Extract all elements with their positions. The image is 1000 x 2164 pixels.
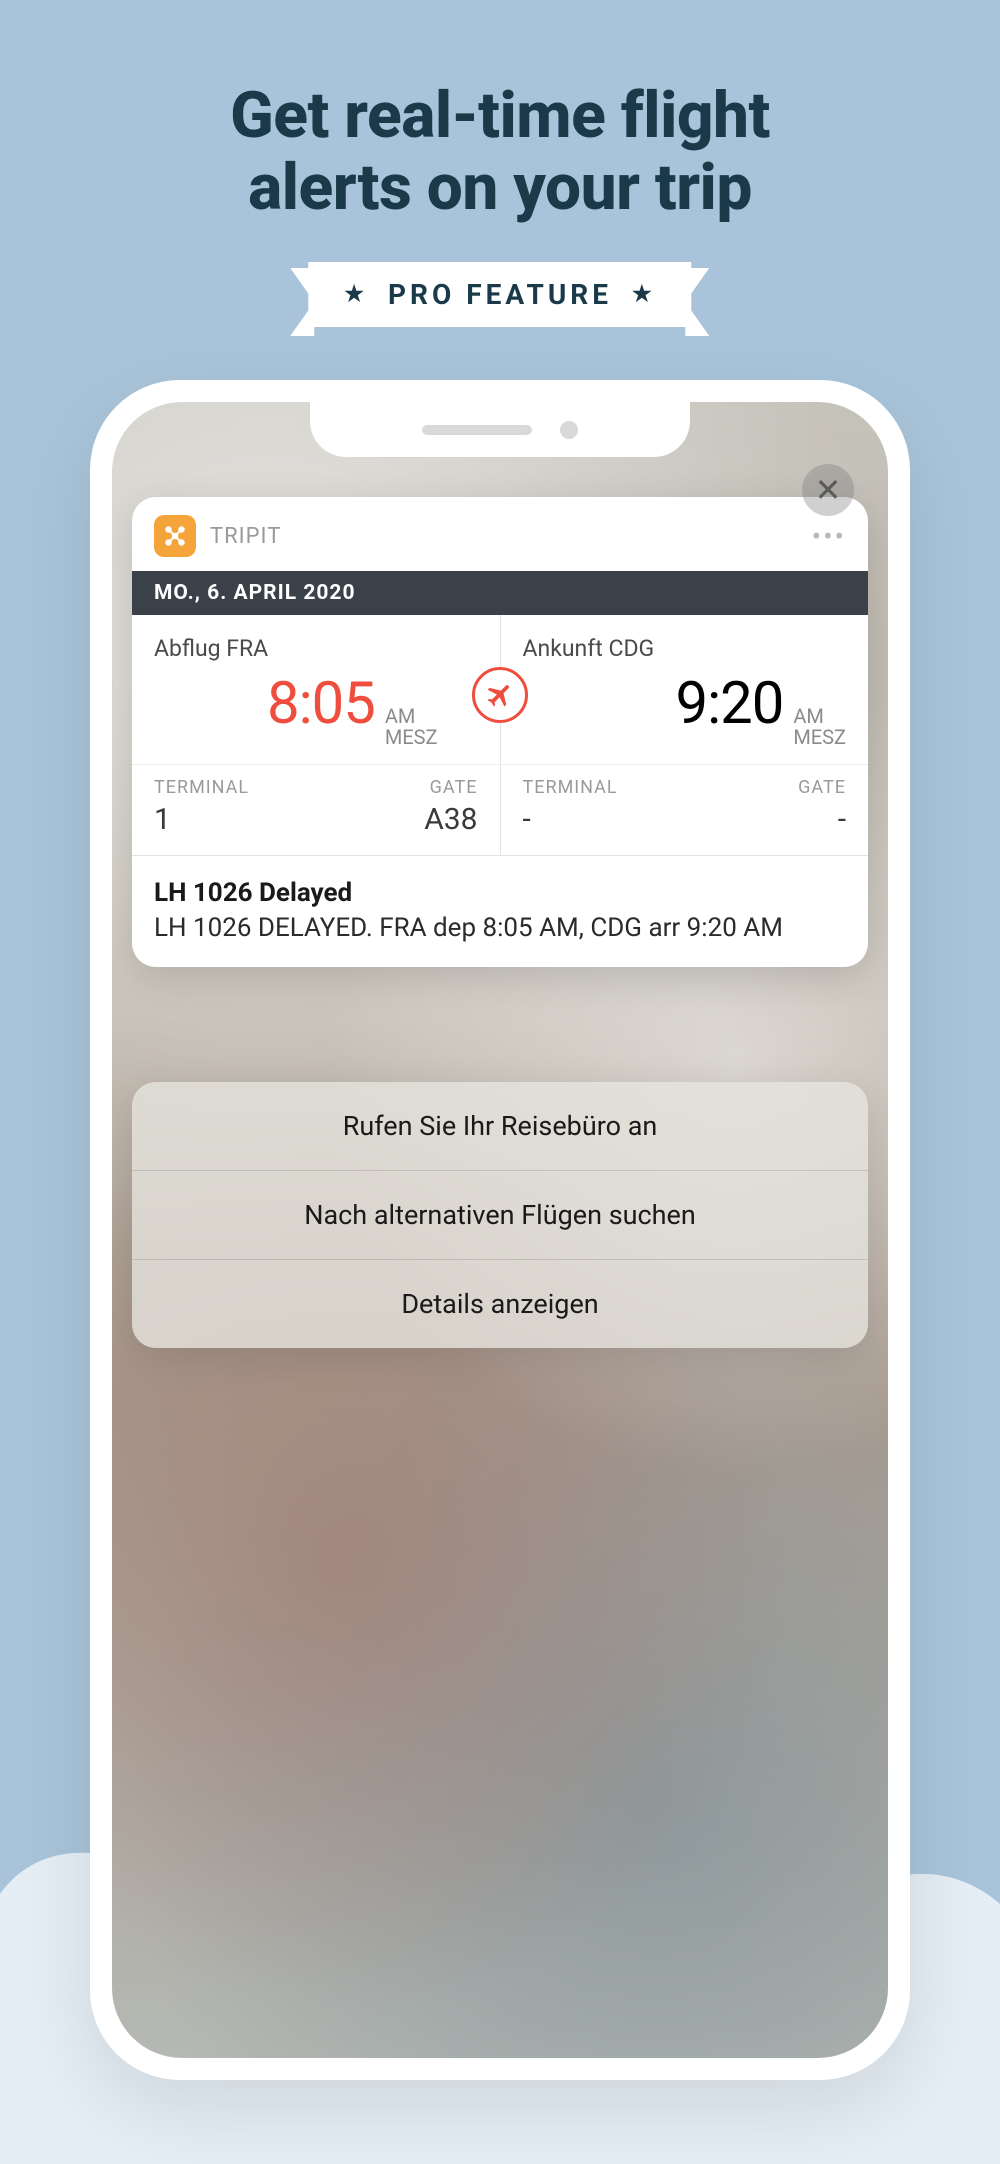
delay-body: LH 1026 DELAYED. FRA dep 8:05 AM, CDG ar… <box>154 912 846 945</box>
arrival-timezone: MESZ <box>793 727 846 748</box>
departure-label: Abflug FRA <box>154 635 478 662</box>
close-icon: ✕ <box>815 471 842 509</box>
delay-title: LH 1026 Delayed <box>154 878 846 908</box>
phone-screen: ✕ TRIPIT ••• MO., 6. APRIL 2020 <box>112 402 888 2058</box>
terminal-gate-row: TERMINAL 1 GATE A38 TERMINAL - GATE <box>132 764 868 855</box>
arrival-ampm: AM <box>793 706 846 727</box>
arrival-time: 9:20 <box>675 670 783 738</box>
phone-notch <box>310 402 690 457</box>
notification-app-name: TRIPIT <box>210 524 798 549</box>
action-call-agency[interactable]: Rufen Sie Ihr Reisebüro an <box>132 1082 868 1170</box>
notification-header: TRIPIT ••• <box>132 497 868 571</box>
ribbon-label: PRO FEATURE <box>388 278 612 311</box>
notification-actions: Rufen Sie Ihr Reisebüro an Nach alternat… <box>132 1082 868 1348</box>
ribbon-tail-left <box>290 268 314 336</box>
close-button[interactable]: ✕ <box>802 464 854 516</box>
arrival-terminal-value: - <box>523 802 685 837</box>
arrival-terminal-gate: TERMINAL - GATE - <box>500 765 869 855</box>
departure-ampm: AM <box>385 706 438 727</box>
arrival-column: Ankunft CDG 9:20 AM MESZ <box>500 615 869 764</box>
camera-icon <box>560 421 578 439</box>
phone-frame: ✕ TRIPIT ••• MO., 6. APRIL 2020 <box>90 380 910 2080</box>
ribbon-tail-right <box>686 268 710 336</box>
departure-time: 8:05 <box>267 670 375 738</box>
more-icon[interactable]: ••• <box>812 520 846 553</box>
departure-terminal-value: 1 <box>154 802 316 837</box>
arrival-gate-value: - <box>684 802 846 837</box>
ribbon-body: ★ PRO FEATURE ★ <box>308 262 691 327</box>
speaker-icon <box>422 425 532 435</box>
departure-gate-value: A38 <box>316 802 478 837</box>
action-search-alternatives[interactable]: Nach alternativen Flügen suchen <box>132 1170 868 1259</box>
headline-line-2: alerts on your trip <box>248 150 752 225</box>
headline: Get real-time flight alerts on your trip <box>0 80 1000 223</box>
flight-times-row: Abflug FRA 8:05 AM MESZ Ankunft CDG 9:20 <box>132 615 868 764</box>
star-icon: ★ <box>632 282 656 307</box>
delay-message: LH 1026 Delayed LH 1026 DELAYED. FRA dep… <box>132 855 868 967</box>
arrival-label: Ankunft CDG <box>523 635 847 662</box>
arrival-terminal-label: TERMINAL <box>523 777 685 798</box>
departure-terminal-label: TERMINAL <box>154 777 316 798</box>
headline-line-1: Get real-time flight <box>230 78 770 153</box>
pro-feature-ribbon: ★ PRO FEATURE ★ <box>284 260 715 328</box>
departure-gate-label: GATE <box>316 777 478 798</box>
departure-timezone: MESZ <box>385 727 438 748</box>
notification-card[interactable]: TRIPIT ••• MO., 6. APRIL 2020 Abflug FRA… <box>132 497 868 967</box>
tripit-app-icon <box>154 515 196 557</box>
star-icon: ★ <box>344 282 368 307</box>
airplane-icon <box>472 667 528 723</box>
arrival-gate-label: GATE <box>684 777 846 798</box>
departure-terminal-gate: TERMINAL 1 GATE A38 <box>132 765 500 855</box>
notification-date: MO., 6. APRIL 2020 <box>132 571 868 615</box>
action-show-details[interactable]: Details anzeigen <box>132 1259 868 1348</box>
departure-column: Abflug FRA 8:05 AM MESZ <box>132 615 500 764</box>
